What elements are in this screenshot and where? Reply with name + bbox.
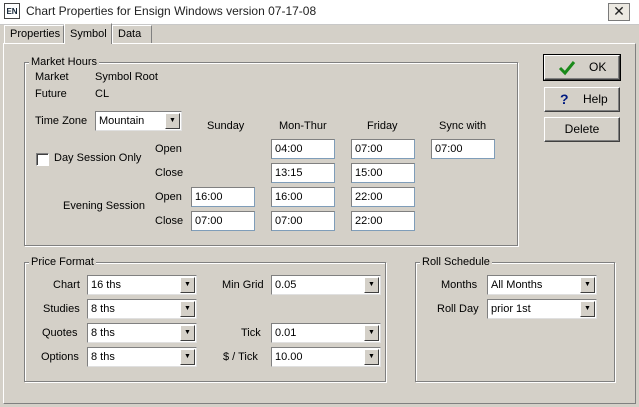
day-close-friday-input[interactable]: 15:00: [351, 163, 415, 183]
roll-schedule-label: Roll Schedule: [420, 256, 492, 268]
evening-session-label: Evening Session: [63, 200, 145, 212]
tick-select[interactable]: 0.01 ▼: [271, 323, 381, 343]
tick-value: 0.01: [275, 327, 297, 339]
chart-format-label: Chart: [53, 279, 80, 291]
close-icon[interactable]: ✕: [608, 3, 630, 21]
tab-properties[interactable]: Properties: [4, 25, 64, 43]
market-value: Symbol Root: [95, 71, 158, 83]
chevron-down-icon[interactable]: ▼: [180, 325, 195, 341]
tab-data[interactable]: Data: [112, 25, 152, 43]
dollar-per-tick-select[interactable]: 10.00 ▼: [271, 347, 381, 367]
chevron-down-icon[interactable]: ▼: [364, 277, 379, 293]
ok-button-label: OK: [589, 60, 607, 74]
col-header-sunday: Sunday: [207, 120, 245, 132]
studies-format-select[interactable]: 8 ths ▼: [87, 299, 197, 319]
months-label: Months: [441, 279, 478, 291]
delete-button[interactable]: Delete: [544, 117, 620, 142]
roll-day-label: Roll Day: [437, 303, 479, 315]
tick-label: Tick: [241, 327, 261, 339]
quotes-format-value: 8 ths: [91, 327, 115, 339]
dollar-per-tick-value: 10.00: [275, 351, 303, 363]
time-zone-label: Time Zone: [35, 115, 88, 127]
chevron-down-icon[interactable]: ▼: [580, 277, 595, 293]
delete-button-label: Delete: [564, 122, 600, 136]
chart-format-select[interactable]: 16 ths ▼: [87, 275, 197, 295]
months-value: All Months: [491, 279, 543, 291]
ok-button[interactable]: OK: [543, 54, 621, 81]
day-close-monthur-input[interactable]: 13:15: [271, 163, 335, 183]
future-label: Future: [35, 88, 67, 100]
day-open-friday-input[interactable]: 07:00: [351, 139, 415, 159]
help-button-label: Help: [583, 92, 608, 106]
roll-day-value: prior 1st: [491, 303, 531, 315]
quotes-format-label: Quotes: [42, 327, 78, 339]
eve-close-friday-input[interactable]: 22:00: [351, 211, 415, 231]
app-icon: EN: [4, 3, 20, 19]
chevron-down-icon[interactable]: ▼: [580, 301, 595, 317]
market-hours-label: Market Hours: [29, 56, 100, 68]
options-format-label: Options: [41, 351, 79, 363]
roll-day-select[interactable]: prior 1st ▼: [487, 299, 597, 319]
months-select[interactable]: All Months ▼: [487, 275, 597, 295]
eve-open-friday-input[interactable]: 22:00: [351, 187, 415, 207]
options-format-select[interactable]: 8 ths ▼: [87, 347, 197, 367]
eve-close-sunday-input[interactable]: 07:00: [191, 211, 255, 231]
question-icon: ?: [560, 91, 569, 107]
options-format-value: 8 ths: [91, 351, 115, 363]
min-grid-label: Min Grid: [222, 279, 264, 291]
checkmark-icon: [558, 61, 576, 76]
day-session-checkbox[interactable]: [36, 153, 49, 166]
day-open-monthur-input[interactable]: 04:00: [271, 139, 335, 159]
sync-with-input[interactable]: 07:00: [431, 139, 495, 159]
day-session-label: Day Session Only: [54, 152, 142, 164]
eve-open-sunday-input[interactable]: 16:00: [191, 187, 255, 207]
chevron-down-icon[interactable]: ▼: [180, 277, 195, 293]
quotes-format-select[interactable]: 8 ths ▼: [87, 323, 197, 343]
dollar-per-tick-label: $ / Tick: [223, 351, 258, 363]
col-header-monthur: Mon-Thur: [279, 120, 327, 132]
day-open-label: Open: [155, 143, 182, 155]
min-grid-select[interactable]: 0.05 ▼: [271, 275, 381, 295]
window-title: Chart Properties for Ensign Windows vers…: [26, 4, 317, 18]
eve-open-monthur-input[interactable]: 16:00: [271, 187, 335, 207]
col-header-friday: Friday: [367, 120, 398, 132]
tab-symbol[interactable]: Symbol: [64, 23, 112, 44]
help-button[interactable]: ? Help: [544, 87, 620, 112]
chevron-down-icon[interactable]: ▼: [165, 113, 180, 129]
eve-open-label: Open: [155, 191, 182, 203]
time-zone-select[interactable]: Mountain ▼: [95, 111, 182, 131]
chart-format-value: 16 ths: [91, 279, 121, 291]
col-header-sync-with: Sync with: [439, 120, 487, 132]
min-grid-value: 0.05: [275, 279, 297, 291]
day-close-label: Close: [155, 167, 184, 179]
studies-format-label: Studies: [43, 303, 80, 315]
chevron-down-icon[interactable]: ▼: [364, 349, 379, 365]
chevron-down-icon[interactable]: ▼: [180, 301, 195, 317]
eve-close-monthur-input[interactable]: 07:00: [271, 211, 335, 231]
chevron-down-icon[interactable]: ▼: [180, 349, 195, 365]
studies-format-value: 8 ths: [91, 303, 115, 315]
time-zone-value: Mountain: [99, 115, 145, 127]
chevron-down-icon[interactable]: ▼: [364, 325, 379, 341]
price-format-label: Price Format: [29, 256, 96, 268]
eve-close-label: Close: [155, 215, 184, 227]
future-value: CL: [95, 88, 110, 100]
market-label: Market: [35, 71, 69, 83]
